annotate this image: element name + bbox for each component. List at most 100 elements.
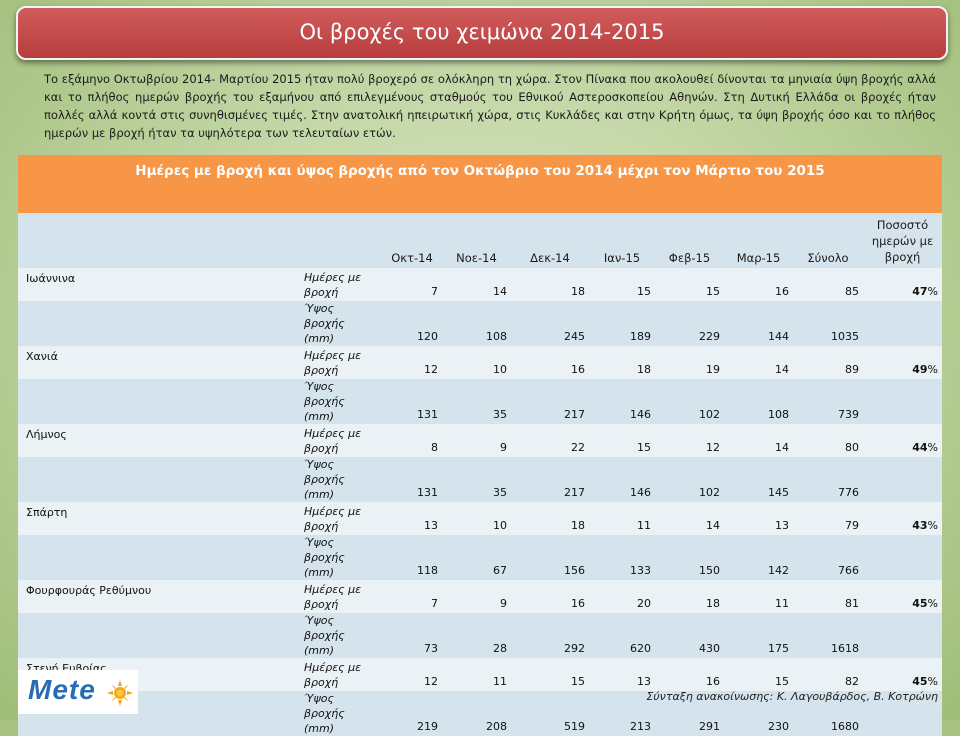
rain-days-cell: 11 bbox=[442, 658, 511, 691]
rain-days-cell: 20 bbox=[589, 580, 655, 613]
rain-height-cell: 28 bbox=[442, 613, 511, 658]
rain-days-cell: 18 bbox=[655, 580, 724, 613]
percentage-value: 43 bbox=[912, 519, 928, 532]
table-row-height: Ύψος βροχής (mm) 118 67 156 133 150 142 766 bbox=[18, 535, 942, 580]
rain-height-cell: 108 bbox=[724, 379, 793, 424]
row-label-days: Ημέρες με βροχή bbox=[300, 658, 382, 691]
percent-sign: % bbox=[927, 519, 938, 532]
rain-height-cell: 146 bbox=[589, 379, 655, 424]
rain-days-cell: 12 bbox=[655, 424, 724, 457]
row-label-height: Ύψος βροχής (mm) bbox=[300, 301, 382, 346]
table-row-height: Ύψος βροχής (mm) 131 35 217 146 102 145 776 bbox=[18, 457, 942, 502]
rain-height-cell: 150 bbox=[655, 535, 724, 580]
table-row-days: Χανιά Ημέρες με βροχή 12 10 16 18 19 14 89 49% bbox=[18, 346, 942, 379]
percentage-value: 45 bbox=[912, 675, 928, 688]
row-spacer bbox=[863, 457, 942, 502]
rain-height-cell: 219 bbox=[382, 691, 442, 736]
percentage-value: 47 bbox=[912, 285, 928, 298]
rain-height-cell: 1618 bbox=[793, 613, 863, 658]
rain-height-cell: 144 bbox=[724, 301, 793, 346]
rain-height-cell: 73 bbox=[382, 613, 442, 658]
rain-days-cell: 15 bbox=[511, 658, 589, 691]
rain-height-cell: 118 bbox=[382, 535, 442, 580]
rain-height-cell: 776 bbox=[793, 457, 863, 502]
rain-height-cell: 208 bbox=[442, 691, 511, 736]
rain-height-cell: 739 bbox=[793, 379, 863, 424]
row-spacer bbox=[863, 535, 942, 580]
row-spacer bbox=[863, 379, 942, 424]
rain-days-cell: 14 bbox=[724, 346, 793, 379]
table-row-days: Λήμνος Ημέρες με βροχή 8 9 22 15 12 14 80 44% bbox=[18, 424, 942, 457]
rain-height-cell: 102 bbox=[655, 457, 724, 502]
rain-days-cell: 9 bbox=[442, 580, 511, 613]
table-row-days: Στενή Ευβοίας Ημέρες με βροχή 12 11 15 13 16 15… bbox=[18, 658, 942, 691]
station-name: Χανιά bbox=[18, 346, 300, 379]
row-label-height: Ύψος βροχής (mm) bbox=[300, 691, 382, 736]
sun-icon bbox=[107, 680, 133, 710]
header-month: Οκτ-14 bbox=[382, 213, 442, 268]
rain-height-cell: 131 bbox=[382, 457, 442, 502]
rain-days-cell: 89 bbox=[793, 346, 863, 379]
rainfall-table-container: Ημέρες με βροχή και ύψος βροχής από τον … bbox=[18, 155, 942, 736]
rain-days-cell: 12 bbox=[382, 658, 442, 691]
rain-height-cell: 189 bbox=[589, 301, 655, 346]
percentage-value: 49 bbox=[912, 363, 928, 376]
rain-days-cell: 79 bbox=[793, 502, 863, 535]
rain-height-cell: 229 bbox=[655, 301, 724, 346]
rain-height-cell: 142 bbox=[724, 535, 793, 580]
rain-days-percentage: 44% bbox=[863, 424, 942, 457]
percent-sign: % bbox=[927, 285, 938, 298]
rain-height-cell: 766 bbox=[793, 535, 863, 580]
row-label-height: Ύψος βροχής (mm) bbox=[300, 613, 382, 658]
table-row-height: Ύψος βροχής (mm) 120 108 245 189 229 144 1035 bbox=[18, 301, 942, 346]
rain-height-cell: 213 bbox=[589, 691, 655, 736]
rain-days-cell: 22 bbox=[511, 424, 589, 457]
rain-height-cell: 175 bbox=[724, 613, 793, 658]
rain-days-cell: 81 bbox=[793, 580, 863, 613]
header-spacer bbox=[300, 213, 382, 268]
row-label-days: Ημέρες με βροχή bbox=[300, 580, 382, 613]
row-spacer bbox=[18, 535, 300, 580]
header-spacer bbox=[18, 213, 300, 268]
station-name: Ιωάννινα bbox=[18, 268, 300, 301]
intro-paragraph: Το εξάμηνο Οκτωβρίου 2014- Μαρτίου 2015 … bbox=[44, 72, 936, 140]
percent-sign: % bbox=[927, 597, 938, 610]
percentage-value: 44 bbox=[912, 441, 928, 454]
meteo-logo: Mete bbox=[18, 670, 138, 714]
rain-days-percentage: 49% bbox=[863, 346, 942, 379]
table-header-row: Οκτ-14 Νοε-14 Δεκ-14 Ιαν-15 Φεβ-15 Μαρ-1… bbox=[18, 213, 942, 268]
rain-height-cell: 146 bbox=[589, 457, 655, 502]
station-name: Φουρφουράς Ρεθύμνου bbox=[18, 580, 300, 613]
rain-days-cell: 8 bbox=[382, 424, 442, 457]
rain-days-cell: 9 bbox=[442, 424, 511, 457]
rain-days-cell: 15 bbox=[724, 658, 793, 691]
rain-days-cell: 18 bbox=[589, 346, 655, 379]
percent-sign: % bbox=[927, 441, 938, 454]
rain-height-cell: 120 bbox=[382, 301, 442, 346]
header-month: Δεκ-14 bbox=[511, 213, 589, 268]
rain-days-cell: 16 bbox=[655, 658, 724, 691]
row-spacer bbox=[18, 613, 300, 658]
rain-days-cell: 16 bbox=[511, 580, 589, 613]
rain-height-cell: 35 bbox=[442, 379, 511, 424]
rain-days-cell: 18 bbox=[511, 268, 589, 301]
rain-days-cell: 12 bbox=[382, 346, 442, 379]
rain-days-percentage: 45% bbox=[863, 580, 942, 613]
rain-days-cell: 11 bbox=[589, 502, 655, 535]
rain-days-cell: 15 bbox=[589, 268, 655, 301]
rain-height-cell: 245 bbox=[511, 301, 589, 346]
row-label-days: Ημέρες με βροχή bbox=[300, 268, 382, 301]
rain-days-cell: 7 bbox=[382, 268, 442, 301]
rainfall-table: Οκτ-14 Νοε-14 Δεκ-14 Ιαν-15 Φεβ-15 Μαρ-1… bbox=[18, 213, 942, 736]
row-label-height: Ύψος βροχής (mm) bbox=[300, 379, 382, 424]
table-row-days: Σπάρτη Ημέρες με βροχή 13 10 18 11 14 13 79 43% bbox=[18, 502, 942, 535]
rain-height-cell: 102 bbox=[655, 379, 724, 424]
rain-days-cell: 15 bbox=[655, 268, 724, 301]
header-month: Ιαν-15 bbox=[589, 213, 655, 268]
row-label-days: Ημέρες με βροχή bbox=[300, 502, 382, 535]
rain-days-cell: 18 bbox=[511, 502, 589, 535]
rain-height-cell: 131 bbox=[382, 379, 442, 424]
rain-days-cell: 15 bbox=[589, 424, 655, 457]
row-spacer bbox=[18, 301, 300, 346]
rain-height-cell: 67 bbox=[442, 535, 511, 580]
